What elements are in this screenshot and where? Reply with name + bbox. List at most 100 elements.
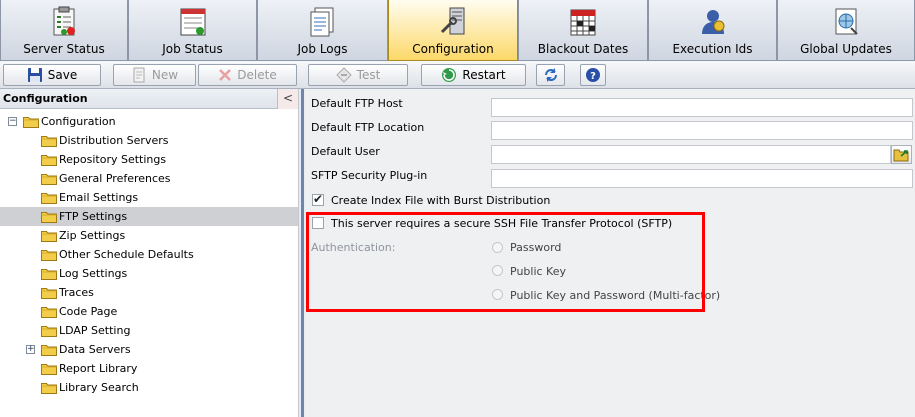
tree-item-report-library[interactable]: Report Library xyxy=(0,359,298,378)
tab-label: Server Status xyxy=(23,42,105,56)
delete-button[interactable]: Delete xyxy=(198,64,297,86)
create-index-label: Create Index File with Burst Distributio… xyxy=(331,194,551,207)
tree-item-email-settings[interactable]: Email Settings xyxy=(0,188,298,207)
folder-icon xyxy=(41,191,57,204)
folder-icon xyxy=(41,305,57,318)
folder-icon xyxy=(41,267,57,280)
folder-open-icon xyxy=(893,149,909,162)
collapse-panel-button[interactable]: < xyxy=(277,89,298,109)
tree-item-library-search[interactable]: Library Search xyxy=(0,378,298,397)
help-button[interactable]: ? xyxy=(580,64,606,86)
new-document-icon xyxy=(133,67,145,83)
execution-ids-icon xyxy=(701,10,724,34)
folder-icon xyxy=(41,210,57,223)
authentication-label: Authentication: xyxy=(311,241,396,254)
tree-item-traces[interactable]: Traces xyxy=(0,283,298,302)
auth-public-key-radio[interactable] xyxy=(492,265,503,276)
folder-icon xyxy=(41,172,57,185)
tree-item-code-page[interactable]: Code Page xyxy=(0,302,298,321)
tree-item-label: Code Page xyxy=(59,305,118,318)
test-label: Test xyxy=(356,68,381,82)
calendar-icon xyxy=(570,9,596,36)
folder-icon xyxy=(41,324,57,337)
folder-icon xyxy=(41,153,57,166)
tree-item-zip-settings[interactable]: Zip Settings xyxy=(0,226,298,245)
save-button[interactable]: Save xyxy=(3,64,101,86)
tab-label: Job Status xyxy=(162,42,223,56)
tree-expander-icon[interactable]: + xyxy=(26,345,35,354)
tree-expander-icon[interactable]: − xyxy=(8,117,17,126)
folder-icon xyxy=(41,286,57,299)
default-user-input[interactable] xyxy=(491,145,891,164)
new-label: New xyxy=(151,68,179,82)
tree-item-distribution-servers[interactable]: Distribution Servers xyxy=(0,131,298,150)
tree-item-other-schedule-defaults[interactable]: Other Schedule Defaults xyxy=(0,245,298,264)
browse-user-button[interactable] xyxy=(891,145,912,164)
tab-execution-ids[interactable]: Execution Ids xyxy=(648,0,777,61)
tab-blackout-dates[interactable]: Blackout Dates xyxy=(518,0,648,61)
secure-sftp-label: This server requires a secure SSH File T… xyxy=(331,217,673,230)
folder-icon xyxy=(41,381,57,394)
auth-password-radio[interactable] xyxy=(492,242,503,253)
refresh-button[interactable] xyxy=(536,64,565,86)
folder-icon xyxy=(41,134,57,147)
configuration-icon xyxy=(440,7,465,35)
help-icon: ? xyxy=(586,68,600,82)
ftp-location-input[interactable] xyxy=(491,121,913,140)
tab-label: Execution Ids xyxy=(672,42,753,56)
tree-item-data-servers[interactable]: + Data Servers xyxy=(0,340,298,359)
tree-item-log-settings[interactable]: Log Settings xyxy=(0,264,298,283)
secure-sftp-checkbox[interactable] xyxy=(312,217,324,229)
tab-label: Job Logs xyxy=(297,42,348,56)
folder-icon xyxy=(23,115,39,128)
create-index-checkbox[interactable] xyxy=(312,192,324,206)
panel-splitter[interactable] xyxy=(298,89,305,417)
tree-item-label: Other Schedule Defaults xyxy=(59,248,194,261)
tree-item-label: Library Search xyxy=(59,381,139,394)
tree-panel-title: Configuration xyxy=(0,89,298,109)
auth-multifactor-radio[interactable] xyxy=(492,289,503,300)
test-icon xyxy=(335,67,352,83)
toolbar: Save New Delete Test Restart ? xyxy=(0,61,915,89)
ftp-location-label: Default FTP Location xyxy=(311,121,425,134)
tab-job-status[interactable]: Job Status xyxy=(128,0,257,61)
tree-item-repository-settings[interactable]: Repository Settings xyxy=(0,150,298,169)
sftp-plugin-label: SFTP Security Plug-in xyxy=(311,169,428,182)
tree-item-label: Traces xyxy=(59,286,94,299)
global-updates-icon xyxy=(835,8,858,35)
configuration-tree-panel: Configuration < − Configuration Distributi… xyxy=(0,89,298,417)
save-icon xyxy=(27,68,42,82)
tab-job-logs[interactable]: Job Logs xyxy=(257,0,388,61)
ftp-host-label: Default FTP Host xyxy=(311,97,403,110)
tree-item-label: Distribution Servers xyxy=(59,134,169,147)
folder-icon xyxy=(41,248,57,261)
tree-item-label: Data Servers xyxy=(59,343,131,356)
restart-label: Restart xyxy=(462,68,506,82)
test-button[interactable]: Test xyxy=(308,64,408,86)
tree-item-label: General Preferences xyxy=(59,172,171,185)
folder-icon xyxy=(41,229,57,242)
tree-item-ldap-setting[interactable]: LDAP Setting xyxy=(0,321,298,340)
server-status-icon xyxy=(53,6,75,36)
tree-item-label: Report Library xyxy=(59,362,138,375)
tree-item-ftp-settings[interactable]: FTP Settings xyxy=(0,207,298,226)
new-button[interactable]: New xyxy=(113,64,196,86)
svg-text:?: ? xyxy=(590,71,596,82)
folder-icon xyxy=(41,362,57,375)
restart-button[interactable]: Restart xyxy=(421,64,526,86)
sftp-plugin-input[interactable] xyxy=(491,169,913,188)
tree-item-label: LDAP Setting xyxy=(59,324,131,337)
main-tab-bar: Server Status Job Status Job Logs Config… xyxy=(0,0,915,61)
tree-item-label: Configuration xyxy=(41,115,116,128)
tree-item-general-preferences[interactable]: General Preferences xyxy=(0,169,298,188)
tab-configuration[interactable]: Configuration xyxy=(388,0,518,61)
ftp-host-input[interactable] xyxy=(491,98,913,117)
restart-icon xyxy=(442,68,457,82)
tab-label: Blackout Dates xyxy=(537,42,629,56)
ftp-settings-form: Default FTP Host Default FTP Location De… xyxy=(305,89,915,417)
tab-server-status[interactable]: Server Status xyxy=(0,0,128,61)
auth-password-label: Password xyxy=(510,241,562,254)
job-status-icon xyxy=(180,8,205,36)
tree-item-root-configuration[interactable]: − Configuration xyxy=(0,112,298,131)
tab-global-updates[interactable]: Global Updates xyxy=(777,0,915,61)
